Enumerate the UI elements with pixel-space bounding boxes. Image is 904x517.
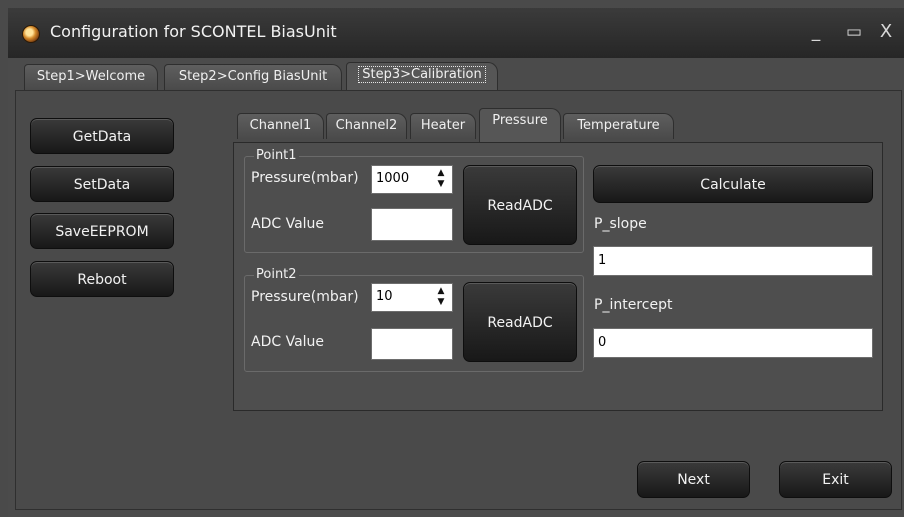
save-eeprom-button[interactable]: SaveEEPROM xyxy=(30,213,174,249)
spin-arrows-icon[interactable]: ▲ ▼ xyxy=(436,286,446,308)
next-button[interactable]: Next xyxy=(637,461,750,498)
point1-read-adc-button[interactable]: ReadADC xyxy=(463,165,577,245)
tab-step3-label: Step3>Calibration xyxy=(358,66,486,83)
tab-pressure[interactable]: Pressure xyxy=(479,108,561,142)
p-intercept-label: P_intercept xyxy=(594,297,673,313)
point2-read-adc-button[interactable]: ReadADC xyxy=(463,282,577,362)
point2-pressure-spinbox[interactable]: 10 ▲ ▼ xyxy=(371,283,453,312)
tab-heater[interactable]: Heater xyxy=(410,113,476,139)
tab-channel1[interactable]: Channel1 xyxy=(237,113,324,139)
maximize-icon[interactable]: ▭ xyxy=(842,20,866,44)
exit-button[interactable]: Exit xyxy=(779,461,892,498)
p-intercept-field[interactable]: 0 xyxy=(593,328,873,358)
reboot-button[interactable]: Reboot xyxy=(30,261,174,297)
point1-pressure-label: Pressure(mbar) xyxy=(251,170,359,186)
tab-channel2[interactable]: Channel2 xyxy=(326,113,407,139)
close-icon[interactable]: X xyxy=(874,20,898,44)
p-slope-label: P_slope xyxy=(594,216,647,232)
tab-temperature[interactable]: Temperature xyxy=(563,113,674,139)
app-icon xyxy=(22,25,40,43)
calculate-button[interactable]: Calculate xyxy=(593,165,873,203)
set-data-button[interactable]: SetData xyxy=(30,166,174,202)
point2-pressure-label: Pressure(mbar) xyxy=(251,289,359,305)
point2-title: Point2 xyxy=(254,267,299,282)
p-slope-field[interactable]: 1 xyxy=(593,246,873,276)
spin-arrows-icon[interactable]: ▲ ▼ xyxy=(436,168,446,190)
point2-adc-field[interactable] xyxy=(371,328,453,360)
point1-adc-label: ADC Value xyxy=(251,216,325,232)
point1-pressure-spinbox[interactable]: 1000 ▲ ▼ xyxy=(371,165,453,194)
tab-step3-calibration[interactable]: Step3>Calibration xyxy=(346,62,498,91)
tab-step2-config[interactable]: Step2>Config BiasUnit xyxy=(164,64,342,90)
point2-adc-label: ADC Value xyxy=(251,334,325,350)
point1-pressure-value: 1000 xyxy=(376,171,410,186)
point2-pressure-value: 10 xyxy=(376,289,393,304)
tab-step1-welcome[interactable]: Step1>Welcome xyxy=(24,64,158,90)
window-title: Configuration for SCONTEL BiasUnit xyxy=(50,22,337,41)
point1-title: Point1 xyxy=(254,148,299,163)
get-data-button[interactable]: GetData xyxy=(30,118,174,154)
minimize-icon[interactable]: _ xyxy=(804,20,828,44)
point1-adc-field[interactable] xyxy=(371,208,453,241)
